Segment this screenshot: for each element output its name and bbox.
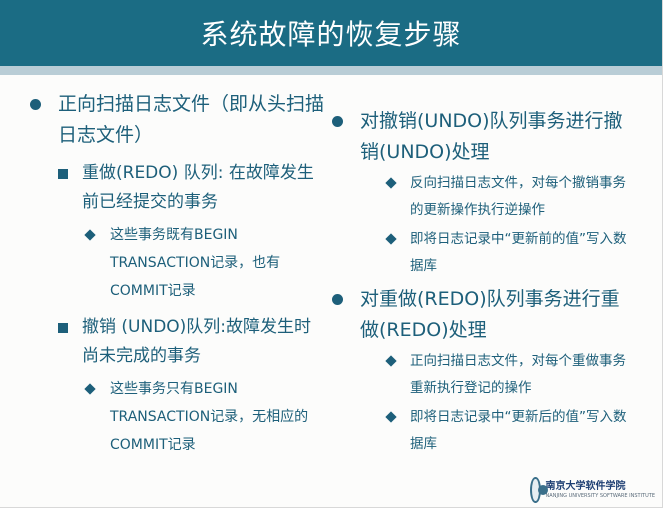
right-column: 对撤销(UNDO)队列事务进行撤销(UNDO)处理 反向扫描日志文件，对每个撤销…	[330, 106, 630, 458]
bullet-redo-processing: 对重做(REDO)队列事务进行重做(REDO)处理	[330, 284, 630, 346]
diamond-bullet-icon	[385, 233, 397, 245]
bullet-text: 对撤销(UNDO)队列事务进行撤销(UNDO)处理	[360, 110, 623, 163]
bullet-text: 对重做(REDO)队列事务进行重做(REDO)处理	[360, 288, 620, 341]
bullet-text: 这些事务只有BEGIN TRANSACTION记录，无相应的COMMIT记录	[110, 381, 309, 453]
square-bullet-icon	[58, 323, 68, 333]
university-logo: 南京大学软件学院 NANJING UNIVERSITY SOFTWARE INS…	[530, 476, 655, 504]
square-bullet-icon	[58, 169, 68, 179]
bullet-text: 即将日志记录中“更新前的值”写入数据库	[410, 231, 627, 274]
bullet-text: 这些事务既有BEGIN TRANSACTION记录，也有COMMIT记录	[110, 227, 281, 299]
bullet-text: 反向扫描日志文件，对每个撤销事务的更新操作执行逆操作	[410, 175, 626, 218]
bullet-forward-scan: 正向扫描日志文件（即从头扫描日志文件）	[28, 89, 328, 151]
bullet-undo-processing: 对撤销(UNDO)队列事务进行撤销(UNDO)处理	[330, 106, 630, 168]
round-bullet-icon	[30, 99, 41, 110]
round-bullet-icon	[332, 294, 343, 305]
round-bullet-icon	[332, 116, 343, 127]
logo-sub-text: NANJING UNIVERSITY SOFTWARE INSTITUTE	[545, 492, 655, 499]
logo-main-text: 南京大学软件学院	[545, 480, 626, 492]
diamond-bullet-icon	[84, 383, 96, 395]
bullet-redo-detail: 这些事务既有BEGIN TRANSACTION记录，也有COMMIT记录	[28, 221, 328, 305]
left-column: 正向扫描日志文件（即从头扫描日志文件） 重做(REDO) 队列: 在故障发生前已…	[28, 89, 328, 459]
bullet-text: 正向扫描日志文件，对每个重做事务重新执行登记的操作	[410, 353, 626, 396]
diamond-bullet-icon	[385, 355, 397, 367]
bullet-reverse-scan: 反向扫描日志文件，对每个撤销事务的更新操作执行逆操作	[330, 170, 630, 224]
bullet-forward-scan-redo: 正向扫描日志文件，对每个重做事务重新执行登记的操作	[330, 348, 630, 402]
title-bar: 系统故障的恢复步骤	[0, 0, 662, 66]
bullet-text: 正向扫描日志文件（即从头扫描日志文件）	[58, 93, 325, 146]
logo-text: 南京大学软件学院 NANJING UNIVERSITY SOFTWARE INS…	[546, 481, 655, 500]
university-emblem-icon	[530, 477, 548, 503]
bullet-undo-queue: 撤销 (UNDO)队列:故障发生时尚未完成的事务	[28, 313, 328, 371]
slide-title: 系统故障的恢复步骤	[200, 18, 462, 51]
bullet-undo-detail: 这些事务只有BEGIN TRANSACTION记录，无相应的COMMIT记录	[28, 375, 328, 459]
diamond-bullet-icon	[385, 411, 397, 423]
bullet-text: 即将日志记录中“更新后的值”写入数据库	[410, 409, 627, 452]
slide: 系统故障的恢复步骤 正向扫描日志文件（即从头扫描日志文件） 重做(REDO) 队…	[0, 0, 663, 508]
diamond-bullet-icon	[385, 177, 397, 189]
diamond-bullet-icon	[84, 229, 96, 241]
bullet-write-before-value: 即将日志记录中“更新前的值”写入数据库	[330, 226, 630, 280]
bullet-write-after-value: 即将日志记录中“更新后的值”写入数据库	[330, 404, 630, 458]
title-divider	[0, 66, 662, 75]
bullet-text: 撤销 (UNDO)队列:故障发生时尚未完成的事务	[82, 317, 312, 366]
bullet-text: 重做(REDO) 队列: 在故障发生前已经提交的事务	[82, 163, 314, 212]
bullet-redo-queue: 重做(REDO) 队列: 在故障发生前已经提交的事务	[28, 159, 328, 217]
